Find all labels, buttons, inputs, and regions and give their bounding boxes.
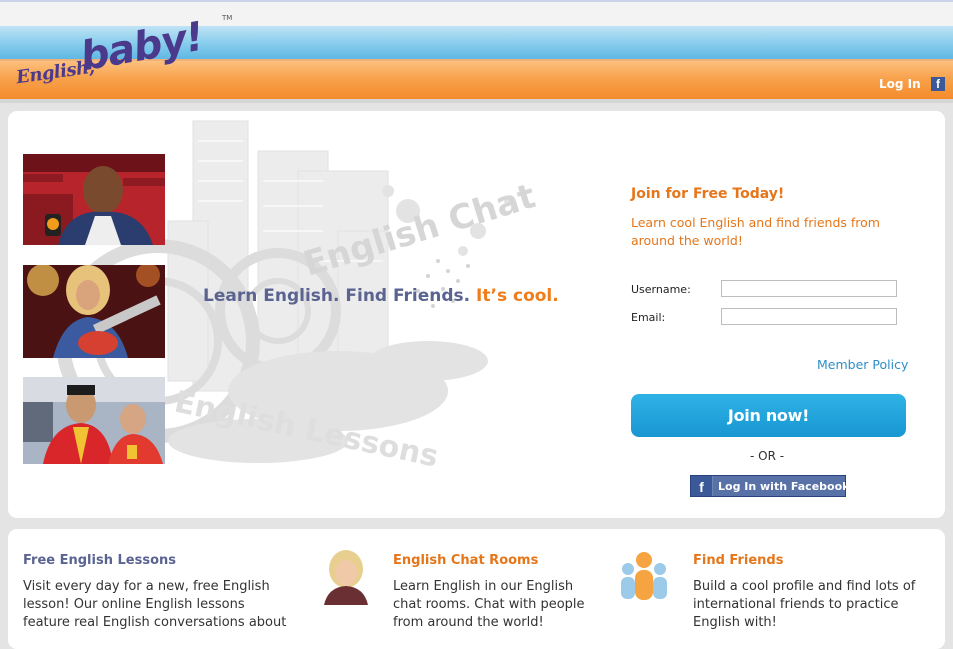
username-label: Username:: [631, 283, 691, 296]
site-logo[interactable]: English, baby! TM: [14, 10, 244, 90]
friends-icon: [621, 552, 667, 600]
signup-title: Join for Free Today!: [631, 186, 785, 202]
athletes-photo: [23, 377, 165, 464]
facebook-login-label: Log In with Facebook: [718, 480, 850, 493]
feature-text-chat: Learn English in our English chat rooms.…: [393, 579, 585, 630]
feature-title-chat[interactable]: English Chat Rooms: [393, 553, 538, 568]
hero-panel: English Chat English Lessons Learn Engli…: [8, 111, 945, 518]
features-panel: Free English Lessons Visit every day for…: [8, 529, 945, 649]
facebook-icon[interactable]: f: [931, 77, 945, 91]
signup-subtitle: Learn cool English and find friends from…: [631, 215, 880, 248]
chat-avatar-image: [324, 550, 368, 605]
tagline-main: Learn English. Find Friends.: [203, 286, 471, 306]
guitar-singer-photo: [23, 265, 165, 358]
feature-text-friends: Build a cool profile and find lots of in…: [693, 579, 916, 630]
hero-tagline: Learn English. Find Friends. It’s cool.: [203, 286, 559, 306]
feature-text-lessons: Visit every day for a new, free English …: [23, 579, 287, 630]
join-now-button[interactable]: Join now!: [631, 394, 906, 437]
email-input[interactable]: [721, 308, 897, 325]
tagline-accent: It’s cool.: [476, 286, 559, 306]
username-input[interactable]: [721, 280, 897, 297]
logo-trademark: TM: [222, 14, 233, 22]
or-divider: - OR -: [750, 449, 785, 463]
login-link[interactable]: Log In: [879, 77, 921, 91]
facebook-login-button[interactable]: f Log In with Facebook: [690, 475, 850, 497]
header-divider: [0, 99, 953, 103]
facebook-icon: f: [691, 476, 713, 496]
feature-title-friends[interactable]: Find Friends: [693, 553, 783, 568]
logo-word-baby: baby!: [76, 13, 207, 81]
email-label: Email:: [631, 311, 666, 324]
member-policy-link[interactable]: Member Policy: [817, 357, 908, 372]
feature-title-lessons[interactable]: Free English Lessons: [23, 553, 176, 568]
basketball-player-photo: [23, 154, 165, 245]
